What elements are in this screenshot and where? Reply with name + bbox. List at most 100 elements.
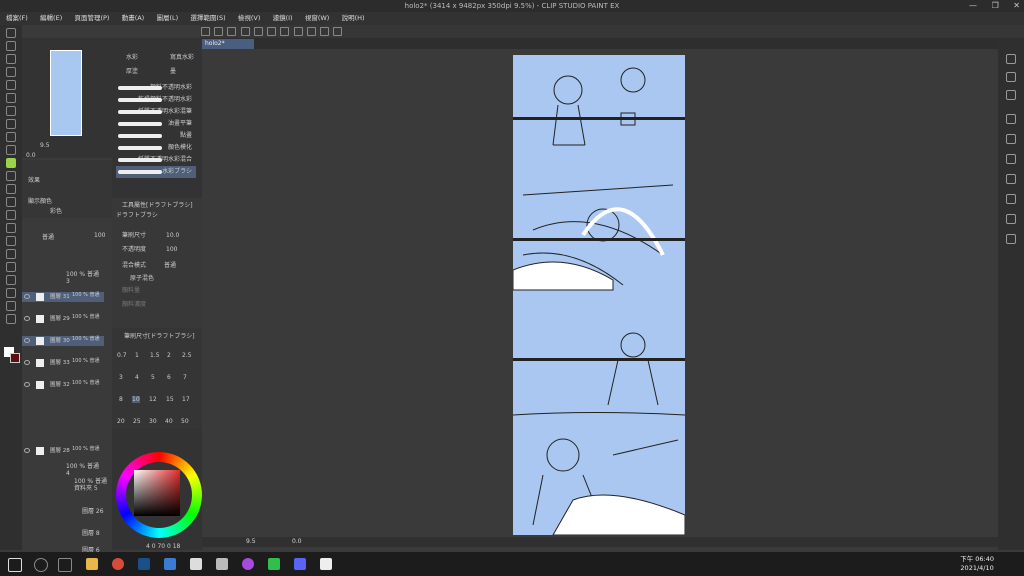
menu-page[interactable]: 頁面管理(P) xyxy=(74,14,109,22)
dock-icon[interactable] xyxy=(1006,194,1016,204)
brush-tool-icon[interactable] xyxy=(6,158,16,168)
undo-icon[interactable] xyxy=(240,27,250,36)
subtool-group[interactable]: 厚塗 xyxy=(126,66,138,75)
discord-icon[interactable] xyxy=(294,558,306,570)
menu-view[interactable]: 檢視(V) xyxy=(238,14,261,22)
menu-window[interactable]: 視窗(W) xyxy=(305,14,330,22)
balloon-tool-icon[interactable] xyxy=(6,301,16,311)
clip-studio-icon[interactable] xyxy=(320,558,332,570)
wand-tool-icon[interactable] xyxy=(6,106,16,116)
size-option[interactable]: 2 xyxy=(167,352,171,359)
menu-edit[interactable]: 編輯(E) xyxy=(40,14,62,22)
app-icon[interactable] xyxy=(164,558,176,570)
ruler-tool-icon[interactable] xyxy=(6,275,16,285)
eye-icon[interactable] xyxy=(24,316,30,321)
camera-icon[interactable] xyxy=(1006,214,1016,224)
correct-line-tool-icon[interactable] xyxy=(6,314,16,324)
fill-tool-icon[interactable] xyxy=(6,223,16,233)
size-option[interactable]: 0.7 xyxy=(117,352,127,359)
size-option[interactable]: 6 xyxy=(167,374,171,381)
save-icon[interactable] xyxy=(227,27,237,36)
taskbar-clock[interactable]: 下午 06:40 2021/4/10 xyxy=(960,555,994,573)
dock-icon[interactable] xyxy=(1006,90,1016,100)
eye-icon[interactable] xyxy=(24,448,30,453)
brush-item[interactable]: 顏料不透明水彩 xyxy=(116,82,196,94)
size-option[interactable]: 5 xyxy=(151,374,155,381)
display-color-select[interactable]: 彩色 xyxy=(50,206,62,215)
brush-item[interactable]: 油畫平筆 xyxy=(116,118,196,130)
dock-icon[interactable] xyxy=(1006,174,1016,184)
document-tab[interactable]: holo2* xyxy=(202,39,254,49)
size-option[interactable]: 20 xyxy=(117,418,125,425)
size-option[interactable]: 2.5 xyxy=(182,352,192,359)
dock-icon[interactable] xyxy=(1006,114,1016,124)
airbrush-tool-icon[interactable] xyxy=(6,171,16,181)
menu-file[interactable]: 檔案(F) xyxy=(6,14,28,22)
size-option[interactable]: 8 xyxy=(119,396,123,403)
menu-animation[interactable]: 動畫(A) xyxy=(122,14,145,22)
eye-icon[interactable] xyxy=(24,382,30,387)
redo-icon[interactable] xyxy=(253,27,263,36)
size-option[interactable]: 4 xyxy=(135,374,139,381)
size-option[interactable]: 3 xyxy=(119,374,123,381)
eraser-tool-icon[interactable] xyxy=(6,197,16,207)
eyedropper-tool-icon[interactable] xyxy=(6,119,16,129)
size-option-selected[interactable]: 10 xyxy=(132,396,140,403)
frame-tool-icon[interactable] xyxy=(6,262,16,272)
dock-icon[interactable] xyxy=(1006,154,1016,164)
saturation-value-square[interactable] xyxy=(134,470,180,516)
menu-layer[interactable]: 圖層(L) xyxy=(156,14,178,22)
status-rotate[interactable]: 0.0 xyxy=(292,537,302,547)
size-option[interactable]: 12 xyxy=(149,396,157,403)
sub-color-swatch[interactable] xyxy=(10,353,20,363)
text-tool-icon[interactable] xyxy=(6,288,16,298)
blend-tool-icon[interactable] xyxy=(6,210,16,220)
dock-icon[interactable] xyxy=(1006,134,1016,144)
search-icon[interactable] xyxy=(34,558,48,572)
layer-move-icon[interactable] xyxy=(6,67,16,77)
messenger-icon[interactable] xyxy=(242,558,254,570)
brush-item[interactable]: 乾燥顏料不透明水彩 xyxy=(116,94,196,106)
blend-mode-select[interactable]: 普通 xyxy=(42,232,54,241)
layer-name[interactable]: 圖層 8 xyxy=(82,528,100,537)
comic-page[interactable] xyxy=(512,55,686,536)
clear-icon[interactable] xyxy=(267,27,277,36)
lasso-tool-icon[interactable] xyxy=(6,93,16,103)
status-zoom[interactable]: 9.5 xyxy=(246,537,256,547)
app-icon[interactable] xyxy=(190,558,202,570)
app-icon[interactable] xyxy=(216,558,228,570)
pencil-tool-icon[interactable] xyxy=(6,145,16,155)
chrome-icon[interactable] xyxy=(112,558,124,570)
opacity-value[interactable]: 100 xyxy=(166,246,177,253)
folder-name[interactable]: 100 % 普通 4 xyxy=(66,463,99,477)
settings-icon[interactable] xyxy=(333,27,343,36)
layer-opacity[interactable]: 100 xyxy=(94,232,105,239)
pen-tool-icon[interactable] xyxy=(6,132,16,142)
gradient-tool-icon[interactable] xyxy=(6,236,16,246)
dock-icon[interactable] xyxy=(1006,234,1016,244)
brush-item[interactable]: 紙質不透明水彩混筆 xyxy=(116,106,196,118)
size-option[interactable]: 1.5 xyxy=(150,352,160,359)
size-option[interactable]: 1 xyxy=(135,352,139,359)
figure-tool-icon[interactable] xyxy=(6,249,16,259)
steam-icon[interactable] xyxy=(138,558,150,570)
layer-name[interactable]: 圖層 26 xyxy=(82,506,104,515)
close-button[interactable]: ✕ xyxy=(1013,1,1020,10)
size-option[interactable]: 15 xyxy=(166,396,174,403)
task-view-icon[interactable] xyxy=(58,558,72,572)
minimize-button[interactable]: — xyxy=(969,1,977,10)
subtool-group[interactable]: 寫真水彩 xyxy=(170,52,194,61)
brush-size-value[interactable]: 10.0 xyxy=(166,232,179,239)
subtool-group[interactable]: 墨 xyxy=(170,66,176,75)
menu-filter[interactable]: 濾鏡(I) xyxy=(273,14,293,22)
brush-item[interactable]: 點畫 xyxy=(116,130,196,142)
color-mix-label[interactable]: 原子混色 xyxy=(130,273,154,282)
start-icon[interactable] xyxy=(8,558,22,572)
eye-icon[interactable] xyxy=(24,294,30,299)
search-icon[interactable] xyxy=(1006,72,1016,82)
subtool-group[interactable]: 水彩 xyxy=(126,52,138,61)
size-option[interactable]: 17 xyxy=(182,396,190,403)
maximize-button[interactable]: ❐ xyxy=(992,1,999,10)
size-option[interactable]: 40 xyxy=(165,418,173,425)
eye-icon[interactable] xyxy=(24,338,30,343)
